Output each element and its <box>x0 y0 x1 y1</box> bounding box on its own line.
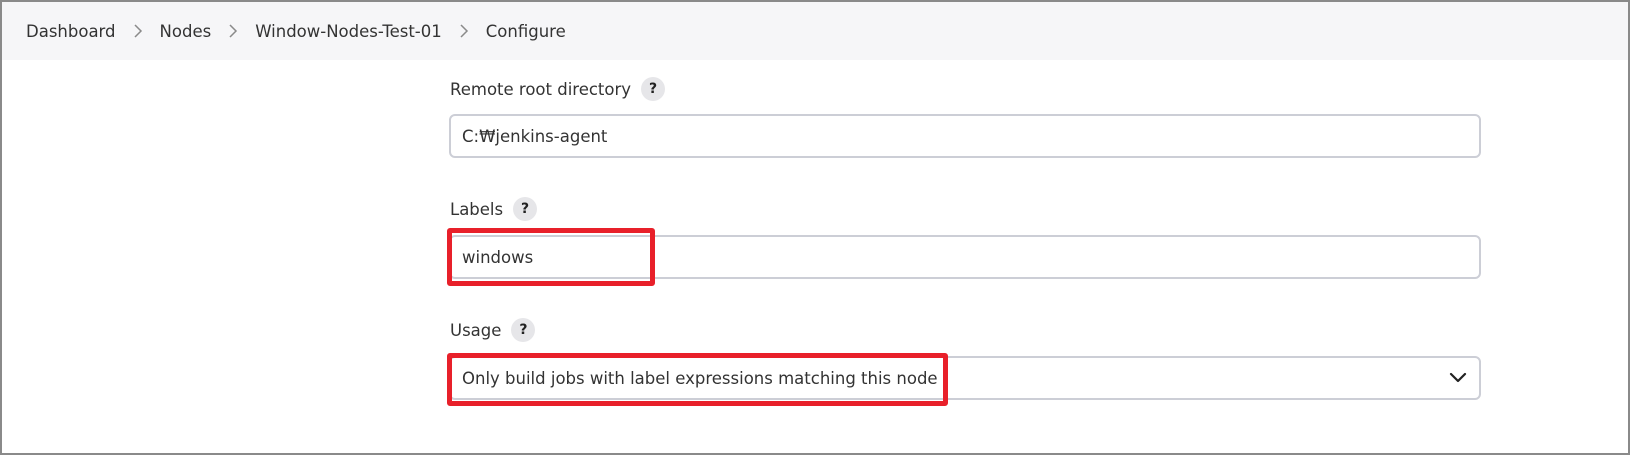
labels-input[interactable] <box>449 235 1481 279</box>
usage-selected-value: Only build jobs with label expressions m… <box>462 368 938 388</box>
help-icon[interactable]: ? <box>513 197 538 221</box>
chevron-down-icon <box>1449 372 1467 383</box>
labels-label: Labels <box>450 199 504 219</box>
labels-label-row: Labels ? <box>450 195 538 223</box>
breadcrumb-configure[interactable]: Configure <box>486 22 566 41</box>
breadcrumb: Dashboard Nodes Window-Nodes-Test-01 Con… <box>2 2 1628 60</box>
remote-root-label-row: Remote root directory ? <box>450 75 666 103</box>
breadcrumb-dashboard[interactable]: Dashboard <box>26 22 116 41</box>
breadcrumb-node-name[interactable]: Window-Nodes-Test-01 <box>255 22 442 41</box>
chevron-right-icon <box>442 24 486 38</box>
usage-select[interactable]: Only build jobs with label expressions m… <box>449 356 1481 400</box>
remote-root-input[interactable] <box>449 114 1481 158</box>
help-icon[interactable]: ? <box>641 77 666 101</box>
chevron-right-icon <box>211 24 255 38</box>
chevron-right-icon <box>116 24 160 38</box>
help-icon[interactable]: ? <box>511 318 536 342</box>
page-frame: Dashboard Nodes Window-Nodes-Test-01 Con… <box>0 0 1630 455</box>
usage-label: Usage <box>450 320 502 340</box>
breadcrumb-nodes[interactable]: Nodes <box>160 22 212 41</box>
remote-root-label: Remote root directory <box>450 79 632 99</box>
usage-label-row: Usage ? <box>450 316 536 344</box>
